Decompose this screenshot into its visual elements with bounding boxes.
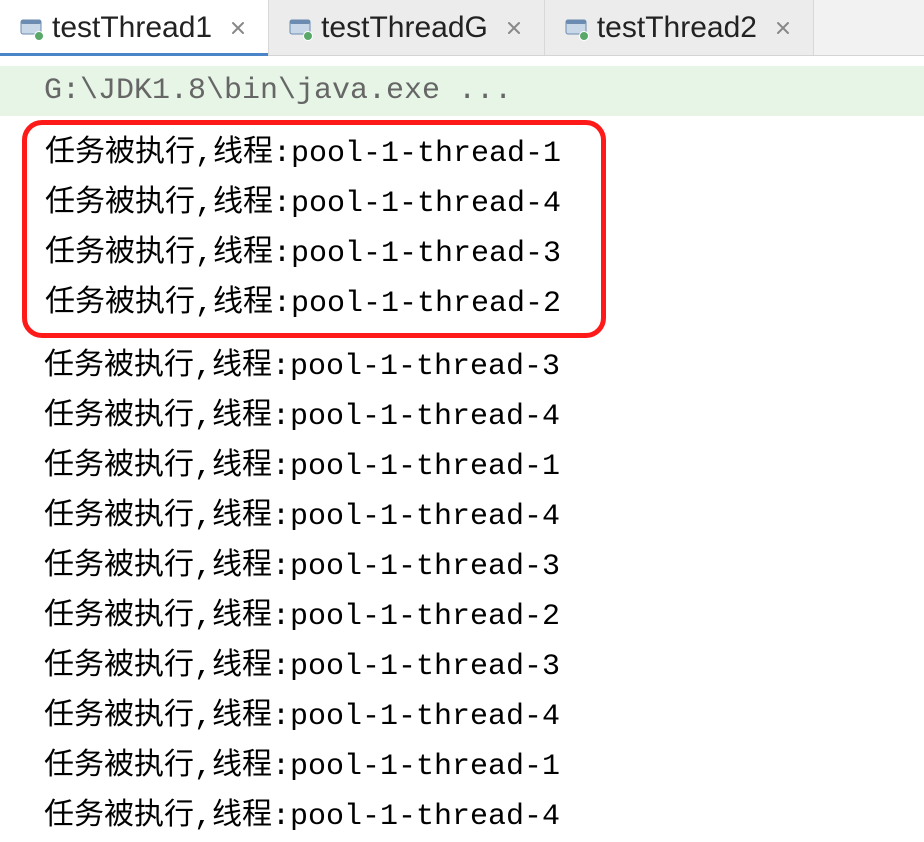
console-line: 任务被执行,线程:pool-1-thread-4 xyxy=(0,492,924,542)
status-dot-running-icon xyxy=(579,31,589,41)
console-line: 任务被执行,线程:pool-1-thread-1 xyxy=(0,442,924,492)
tab-testthreadg[interactable]: testThreadG xyxy=(269,0,545,55)
console-line: 任务被执行,线程:pool-1-thread-3 xyxy=(27,229,601,279)
console-line: 任务被执行,线程:pool-1-thread-1 xyxy=(27,129,601,179)
status-dot-running-icon xyxy=(34,31,44,41)
console-line: 任务被执行,线程:pool-1-thread-1 xyxy=(0,742,924,792)
console-line: 任务被执行,线程:pool-1-thread-2 xyxy=(0,592,924,642)
console-line: 任务被执行,线程:pool-1-thread-4 xyxy=(0,792,924,842)
tab-label: testThread2 xyxy=(597,11,757,45)
console-line: 任务被执行,线程:pool-1-thread-4 xyxy=(0,392,924,442)
run-tab-bar: testThread1 testThreadG testThread2 xyxy=(0,0,924,56)
close-icon[interactable] xyxy=(228,18,248,38)
run-config-icon xyxy=(289,17,311,39)
close-icon[interactable] xyxy=(773,18,793,38)
console-line: 任务被执行,线程:pool-1-thread-3 xyxy=(0,542,924,592)
console-command-line: G:\JDK1.8\bin\java.exe ... xyxy=(0,66,924,116)
tab-testthread2[interactable]: testThread2 xyxy=(545,0,814,55)
console-line: 任务被执行,线程:pool-1-thread-3 xyxy=(0,342,924,392)
console-output[interactable]: G:\JDK1.8\bin\java.exe ... 任务被执行,线程:pool… xyxy=(0,56,924,842)
highlight-annotation: 任务被执行,线程:pool-1-thread-1 任务被执行,线程:pool-1… xyxy=(22,120,606,338)
console-line: 任务被执行,线程:pool-1-thread-4 xyxy=(27,179,601,229)
run-config-icon xyxy=(565,17,587,39)
close-icon[interactable] xyxy=(504,18,524,38)
console-line: 任务被执行,线程:pool-1-thread-2 xyxy=(27,279,601,329)
tab-label: testThread1 xyxy=(52,11,212,45)
tab-label: testThreadG xyxy=(321,11,488,45)
tab-testthread1[interactable]: testThread1 xyxy=(0,0,269,55)
run-config-icon xyxy=(20,17,42,39)
console-line: 任务被执行,线程:pool-1-thread-3 xyxy=(0,642,924,692)
console-line: 任务被执行,线程:pool-1-thread-4 xyxy=(0,692,924,742)
status-dot-running-icon xyxy=(303,31,313,41)
